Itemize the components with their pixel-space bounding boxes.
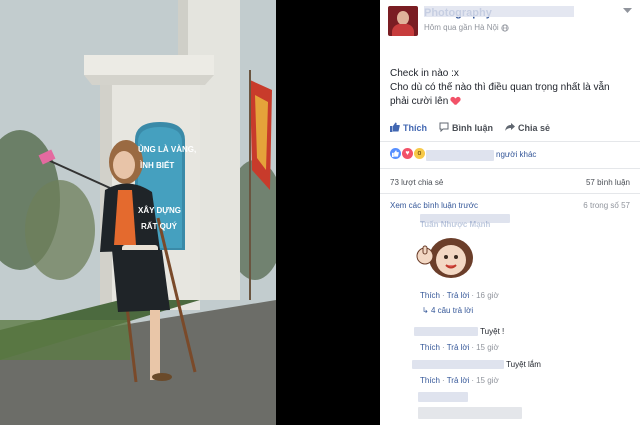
sign-text-2: ÌNH BIẾT	[139, 160, 174, 170]
reaction-others-link[interactable]: người khác	[496, 150, 536, 159]
comment-reply-link[interactable]: Trả lời	[447, 291, 470, 300]
reply-arrow-icon: ↳	[422, 306, 429, 315]
comment-text: Tuyệt lắm	[506, 360, 541, 369]
commenter-name-redaction	[418, 392, 468, 402]
comment-meta: Thích · Trả lời · 15 giờ	[420, 376, 499, 385]
photo-gap	[276, 0, 380, 425]
post-text-line-2: Cho dù có thế nào thì điều quan trọng nh…	[390, 82, 610, 93]
comment-text: Tuyệt !	[480, 327, 505, 336]
comment-time[interactable]: 15 giờ	[476, 376, 499, 385]
post-photo[interactable]: ỦNG LÀ VÀNG, ÌNH BIẾT XÂY DỰNG RẤT QUÝ	[0, 0, 276, 425]
chevron-down-icon[interactable]	[623, 6, 632, 16]
divider	[380, 193, 640, 194]
view-previous-comments[interactable]: Xem các bình luận trước	[390, 201, 478, 210]
comment-meta: Thích · Trả lời · 15 giờ	[420, 343, 499, 352]
post-meta-text[interactable]: Hôm qua gần Hà Nội	[424, 23, 499, 32]
comment-page-count: 6 trong số 57	[583, 201, 630, 210]
action-bar: Thích Bình luận Chia sẻ	[390, 122, 550, 134]
like-reaction-icon	[390, 148, 401, 159]
post-panel: Photography Hôm qua gần Hà Nội Check in …	[380, 0, 640, 425]
sign-text-1: ỦNG LÀ VÀNG,	[138, 145, 196, 154]
comment-button[interactable]: Bình luận	[439, 122, 493, 134]
post-meta: Hôm qua gần Hà Nội	[424, 23, 509, 32]
photo-scene: ỦNG LÀ VÀNG, ÌNH BIẾT XÂY DỰNG RẤT QUÝ	[0, 0, 276, 425]
comment-time[interactable]: 15 giờ	[476, 343, 499, 352]
share-icon	[505, 122, 515, 134]
sticker-image	[413, 232, 477, 284]
post-text-line-1: Check in nào :x	[390, 68, 459, 79]
comment-reply-link[interactable]: Trả lời	[447, 376, 470, 385]
comment-icon	[439, 122, 449, 134]
comments-count[interactable]: 57 bình luận	[586, 178, 630, 187]
comment-image-redaction	[418, 407, 522, 419]
commenter-name-redaction	[414, 327, 478, 337]
commenter-name-redaction	[412, 360, 504, 370]
shares-count[interactable]: 73 lượt chia sẻ	[390, 178, 443, 187]
sign-text-4: RẤT QUÝ	[141, 221, 178, 231]
comment-text-row: Tuyệt !	[414, 327, 505, 337]
like-label: Thích	[403, 123, 427, 133]
globe-icon	[501, 23, 509, 32]
reaction-icons[interactable]: ♥ o	[390, 148, 425, 159]
comment-label: Bình luận	[452, 123, 493, 133]
share-button[interactable]: Chia sẻ	[505, 122, 550, 134]
reaction-names-redaction	[426, 150, 494, 161]
post-text: Check in nào :x Cho dù có thế nào thì đi…	[390, 67, 630, 109]
like-icon	[390, 122, 400, 134]
wow-reaction-icon: o	[414, 148, 425, 159]
share-label: Chia sẻ	[518, 123, 551, 133]
avatar[interactable]	[388, 6, 418, 36]
comment-time[interactable]: 16 giờ	[476, 291, 499, 300]
comment-meta: Thích · Trả lời · 16 giờ	[420, 291, 499, 300]
comment-like-link[interactable]: Thích	[420, 291, 440, 300]
comment-like-link[interactable]: Thích	[420, 376, 440, 385]
post-text-line-3: phải cười lên	[390, 96, 449, 107]
commenter-name[interactable]: Tuấn Nhược Mạnh	[420, 220, 490, 229]
divider	[380, 141, 640, 142]
like-button[interactable]: Thích	[390, 122, 427, 134]
comment-reply-link[interactable]: Trả lời	[447, 343, 470, 352]
replies-label: 4 câu trả lời	[430, 306, 474, 315]
sign-text-3: XÂY DỰNG	[138, 206, 181, 215]
name-redaction	[424, 6, 574, 17]
divider	[380, 168, 640, 169]
love-reaction-icon: ♥	[402, 148, 413, 159]
heart-icon	[451, 97, 460, 105]
view-replies-link[interactable]: ↳ 4 câu trả lời	[422, 306, 473, 315]
comment-text-row: Tuyệt lắm	[412, 360, 541, 370]
comment-like-link[interactable]: Thích	[420, 343, 440, 352]
